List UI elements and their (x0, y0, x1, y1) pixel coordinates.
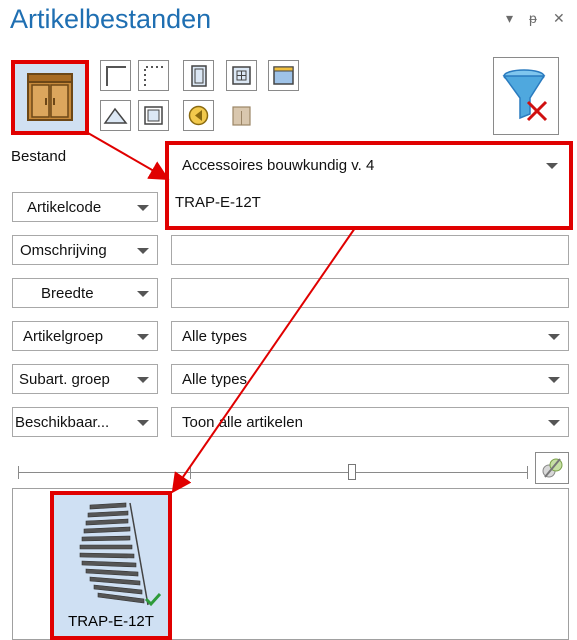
beschikbaar-value: Toon alle artikelen (182, 414, 303, 431)
window-grid-button[interactable] (226, 60, 257, 91)
slider-track (18, 472, 528, 473)
roof-shape-button[interactable] (100, 100, 131, 131)
door-panel-button[interactable] (183, 60, 214, 91)
chevron-down-icon (548, 377, 560, 383)
window-frame-icon (273, 66, 294, 85)
cabinet-small-button[interactable] (226, 100, 257, 131)
panel-title: Artikelbestanden (10, 4, 212, 34)
chevron-down-icon (137, 248, 149, 254)
slider-tick (190, 466, 191, 479)
chevron-down-icon (137, 205, 149, 211)
dotted-corner-button[interactable] (138, 60, 169, 91)
cabinet-icon (27, 73, 73, 121)
subart-groep-label: Subart. groep (19, 371, 110, 388)
filter-clear-icon (502, 69, 548, 122)
chevron-down-icon (546, 163, 558, 169)
arrow-to-result (171, 227, 356, 494)
bestand-select[interactable]: Accessoires bouwkundig v. 4 (171, 148, 567, 182)
group-link-icon (542, 458, 563, 478)
door-panel-icon (191, 65, 207, 87)
chevron-down-icon (137, 334, 149, 340)
dropdown-menu-icon[interactable]: ▾ (506, 10, 513, 27)
clear-filter-button[interactable] (493, 57, 559, 135)
chevron-down-icon (548, 420, 560, 426)
roof-shape-icon (103, 107, 128, 124)
link-group-button[interactable] (535, 452, 569, 484)
breedte-label: Breedte (41, 285, 94, 302)
close-icon[interactable]: ✕ (553, 10, 565, 27)
chevron-down-icon (137, 377, 149, 383)
window-grid-icon (232, 66, 251, 85)
window-frame-button[interactable] (268, 60, 299, 91)
square-frame-icon (144, 106, 163, 125)
staircase-icon (79, 502, 149, 606)
checkmark-icon (144, 592, 162, 607)
artikelcode-label: Artikelcode (27, 199, 102, 216)
pin-icon[interactable]: ᵽ (529, 10, 537, 26)
artikelcode-value: TRAP-E-12T (175, 194, 261, 211)
breedte-field-selector[interactable]: Breedte (12, 278, 158, 308)
result-item-label: TRAP-E-12T (68, 613, 154, 630)
result-item-trap-e-12t[interactable]: TRAP-E-12T (50, 491, 172, 640)
bestand-label: Bestand (11, 148, 67, 165)
artikelcode-input[interactable]: TRAP-E-12T (171, 190, 567, 222)
artikelgroep-select[interactable]: Alle types (171, 321, 569, 351)
omschrijving-input[interactable] (171, 235, 569, 265)
chevron-down-icon (137, 420, 149, 426)
speaker-icon (188, 105, 209, 126)
square-frame-button[interactable] (138, 100, 169, 131)
chevron-down-icon (137, 291, 149, 297)
artikelgroep-value: Alle types (182, 328, 248, 345)
beschikbaar-field-selector[interactable]: Beschikbaar... (12, 407, 158, 437)
omschrijving-field-selector[interactable]: Omschrijving (12, 235, 158, 265)
artikelgroep-label: Artikelgroep (23, 328, 104, 345)
subart-groep-select[interactable]: Alle types (171, 364, 569, 394)
subart-groep-field-selector[interactable]: Subart. groep (12, 364, 158, 394)
bestand-value: Accessoires bouwkundig v. 4 (182, 157, 375, 174)
cabinet-category-button[interactable] (11, 60, 89, 135)
slider-tick (527, 466, 528, 479)
cabinet-small-icon (232, 106, 251, 126)
artikelcode-field-selector[interactable]: Artikelcode (12, 192, 158, 222)
omschrijving-label: Omschrijving (20, 242, 107, 259)
corner-profile-icon (106, 66, 126, 86)
arrow-to-bestand (87, 132, 170, 180)
breedte-input[interactable] (171, 278, 569, 308)
thumbnail-size-slider[interactable] (18, 460, 528, 484)
slider-thumb[interactable] (348, 464, 356, 480)
beschikbaar-label: Beschikbaar... (15, 414, 110, 431)
artikelgroep-field-selector[interactable]: Artikelgroep (12, 321, 158, 351)
beschikbaar-select[interactable]: Toon alle artikelen (171, 407, 569, 437)
chevron-down-icon (548, 334, 560, 340)
dotted-corner-icon (144, 66, 164, 86)
speaker-button[interactable] (183, 100, 214, 131)
subart-groep-value: Alle types (182, 371, 248, 388)
slider-tick (18, 466, 19, 479)
corner-profile-button[interactable] (100, 60, 131, 91)
